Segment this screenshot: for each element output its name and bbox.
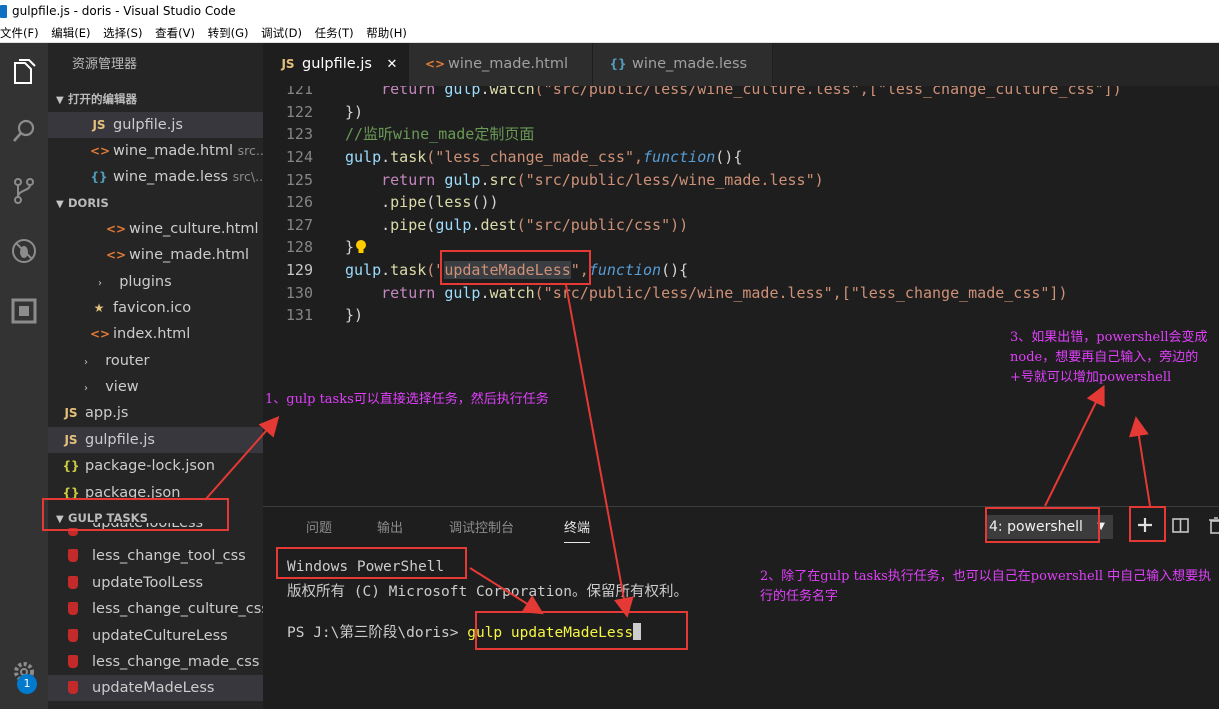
annotation-note-2: 2、除了在gulp tasks执行任务，也可以自己在powershell 中自己… [760, 569, 1212, 604]
annotation-note-1: 1、gulp tasks可以直接选择任务，然后执行任务 [265, 392, 549, 407]
annotation-note-3: 3、如果出错，powershell会变成node，想要再自己输入，旁边的+号就可… [1010, 330, 1208, 385]
